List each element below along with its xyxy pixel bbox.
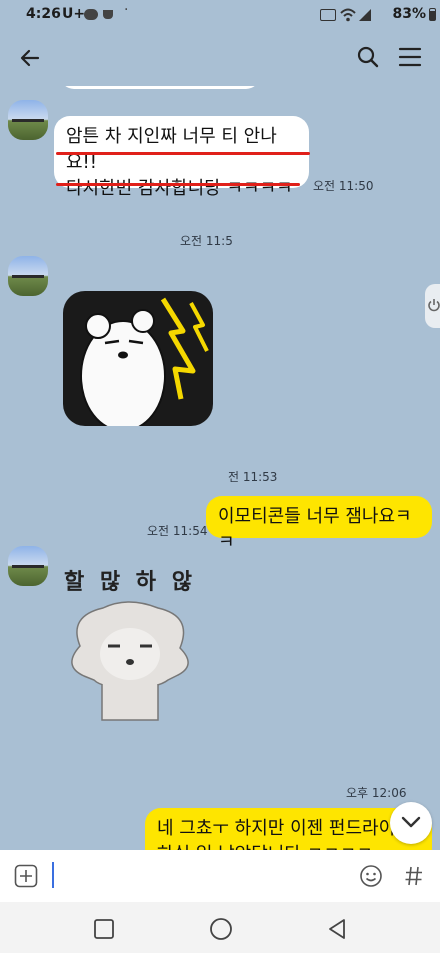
text-cursor xyxy=(52,862,54,888)
previous-message-bubble xyxy=(60,86,260,89)
search-icon[interactable] xyxy=(356,45,380,69)
recent-apps-icon[interactable] xyxy=(93,918,115,940)
message-timestamp: 오전 11:5 xyxy=(180,234,233,248)
message-timestamp: 오전 11:54 xyxy=(147,524,208,538)
message-text-line: 하실 일 남았답니다 ㅋㅋㅋㅋ xyxy=(157,842,420,850)
home-icon[interactable] xyxy=(209,917,233,941)
carrier-label: U+ xyxy=(62,6,86,22)
hashtag-icon[interactable] xyxy=(402,864,426,888)
avatar[interactable] xyxy=(8,256,48,296)
message-text-line: 다시한번 감사합니당 ㅋㅋㅋㅋ xyxy=(66,178,293,199)
battery-level: 83% xyxy=(392,6,426,22)
avatar[interactable] xyxy=(8,546,48,586)
more-notifications-icon: · xyxy=(124,2,129,18)
menu-icon[interactable] xyxy=(398,46,422,68)
highlight-underline xyxy=(56,152,310,155)
emoji-icon[interactable] xyxy=(359,864,383,888)
signal-icon xyxy=(359,9,371,21)
dog-sticker[interactable]: 할 많 하 않 xyxy=(58,564,203,729)
message-timestamp: 오후 12:06 xyxy=(346,786,407,800)
status-bar: 4:26 U+ · 83% xyxy=(0,0,440,30)
avatar[interactable] xyxy=(8,100,48,140)
message-timestamp: 전 11:53 xyxy=(228,470,278,484)
system-nav-bar xyxy=(0,902,440,953)
message-input-bar xyxy=(0,850,440,902)
message-text-line: 네 그쵸ㅜ 하지만 이젠 펀드라이빙 xyxy=(157,818,412,839)
message-text: 이모티콘들 너무 잼나요ㅋㅋ xyxy=(218,506,412,553)
coffee-notification-icon xyxy=(103,10,113,19)
chevron-down-icon xyxy=(401,816,421,828)
highlight-underline xyxy=(56,183,300,186)
message-bubble-sent[interactable]: 이모티콘들 너무 잼나요ㅋㅋ xyxy=(206,496,432,553)
status-time: 4:26 xyxy=(26,6,61,22)
power-icon xyxy=(428,299,440,312)
sticker-caption: 할 많 하 않 xyxy=(64,570,196,595)
wifi-icon xyxy=(340,8,356,22)
back-nav-icon[interactable] xyxy=(326,917,348,941)
message-bubble-sent[interactable]: 네 그쵸ㅜ 하지만 이젠 펀드라이빙 하실 일 남았답니다 ㅋㅋㅋㅋ xyxy=(145,808,432,850)
app-bar xyxy=(0,30,440,86)
side-floating-button[interactable] xyxy=(425,284,440,328)
message-timestamp: 오전 11:50 xyxy=(313,179,374,193)
talk-notification-icon xyxy=(84,9,98,20)
message-text-line: 암튼 차 지인짜 너무 티 안나요!! xyxy=(66,126,277,173)
plus-icon[interactable] xyxy=(14,864,38,888)
bear-sticker[interactable] xyxy=(63,291,213,426)
message-input[interactable] xyxy=(48,858,348,894)
back-arrow-icon[interactable] xyxy=(18,46,42,70)
scroll-to-bottom-button[interactable] xyxy=(390,802,432,844)
nfc-icon xyxy=(320,9,336,21)
battery-icon xyxy=(429,8,436,21)
message-list[interactable]: 암튼 차 지인짜 너무 티 안나요!! 다시한번 감사합니당 ㅋㅋㅋㅋ 오전 1… xyxy=(0,86,440,850)
